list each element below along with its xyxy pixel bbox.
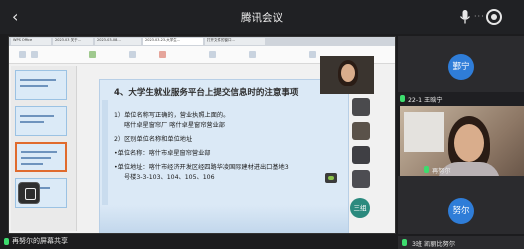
screen-share-label: 再努尔的屏幕共享 [12, 237, 68, 245]
mic-active-icon [400, 95, 405, 102]
slide-thumbnail[interactable] [15, 70, 67, 100]
slide-text-line: 号楼3-3-103、104、105、106 [124, 174, 215, 181]
participant-tile[interactable]: 努尔 [398, 176, 524, 234]
more-icon[interactable]: ··· [474, 12, 485, 21]
participant-tile[interactable]: 鄞宁 [398, 36, 524, 100]
mic-active-icon [424, 166, 429, 173]
participant-name: 再努尔 [432, 168, 451, 175]
mic-active-icon [4, 237, 9, 245]
slide-text-line: •单位地址：喀什市经济开发区经四路华凌国际建材进出口基地3 [114, 164, 289, 171]
browser-tab[interactable]: 2023-03-08… [95, 38, 141, 45]
participant-video-thumb[interactable] [352, 122, 370, 140]
browser-tab[interactable]: 打开文件的窗口… [205, 38, 265, 45]
slide-title: 4、大学生就业服务平台上提交信息时的注意事项 [114, 88, 299, 98]
slide-decoration [102, 100, 108, 210]
title-bar: ‹ 腾讯会议 ··· [0, 0, 524, 34]
toolbar-icon[interactable] [209, 51, 216, 58]
participant-video-thumb[interactable] [352, 98, 370, 116]
participant-avatar-small[interactable]: 三组 [350, 198, 370, 218]
meeting-window: ‹ 腾讯会议 ··· WPS Office 2023.03 关于… 2023-0… [0, 0, 524, 249]
speaker-label-bar: 再努尔 [398, 164, 524, 176]
participant-video-thumb[interactable] [352, 146, 370, 164]
record-icon[interactable] [486, 9, 502, 25]
toolbar-icon[interactable] [89, 51, 96, 58]
participant-label-bar: 3班 凯丽比努尔 [398, 236, 524, 249]
microphone-icon[interactable] [458, 9, 472, 25]
slide-text-line: 喀什卓星窗帘厂 喀什卓星窗帘营业部 [124, 122, 225, 129]
participant-video-tile[interactable] [320, 56, 374, 94]
slide-thumbnail[interactable] [15, 106, 67, 136]
toolbar-icon[interactable] [249, 51, 256, 58]
participant-avatar: 鄞宁 [448, 54, 474, 80]
participant-avatar: 努尔 [448, 198, 474, 224]
participant-name: 22-1 王晗宁 [408, 97, 443, 104]
mic-active-icon [402, 239, 407, 246]
slide-canvas: 4、大学生就业服务平台上提交信息时的注意事项 1）单位名称写正确的，营业执照上面… [99, 79, 349, 233]
participant-name: 3班 凯丽比努尔 [412, 241, 456, 248]
slide-thumbnail-panel [11, 66, 77, 231]
background-board [404, 112, 444, 152]
toolbar-icon[interactable] [19, 51, 26, 58]
browser-tab-strip: WPS Office 2023.03 关于… 2023-03-08… 2023.… [9, 37, 395, 46]
browser-tab-active[interactable]: 2023.03.23-大学生… [143, 38, 203, 45]
app-title: 腾讯会议 [241, 12, 283, 24]
slide-text-line: 1）单位名称写正确的，营业执照上面的。 [114, 112, 230, 119]
slide-text-line: •单位名称：喀什市卓星窗帘营业部 [114, 150, 211, 157]
toolbar-icon[interactable] [159, 51, 166, 58]
browser-tab[interactable]: 2023.03 关于… [53, 38, 93, 45]
participant-face [341, 64, 355, 82]
browser-tab[interactable]: WPS Office [11, 38, 51, 45]
screen-share-status: 再努尔的屏幕共享 [4, 236, 68, 246]
participant-video-thumb[interactable] [352, 170, 370, 188]
participant-label-bar: 22-1 王晗宁 [398, 92, 524, 106]
speaker-face [454, 124, 484, 162]
slide-thumbnail-selected[interactable] [15, 142, 67, 172]
slide-text-line: 2）区别单位名称和单位地址 [114, 136, 193, 143]
chat-bubble-icon[interactable] [325, 173, 337, 183]
toolbar-icon[interactable] [129, 51, 136, 58]
toolbar-icon[interactable] [309, 51, 316, 58]
screen-share-toggle-icon[interactable] [18, 182, 40, 204]
toolbar-icon[interactable] [31, 51, 38, 58]
slide-footer-shape [100, 205, 348, 233]
